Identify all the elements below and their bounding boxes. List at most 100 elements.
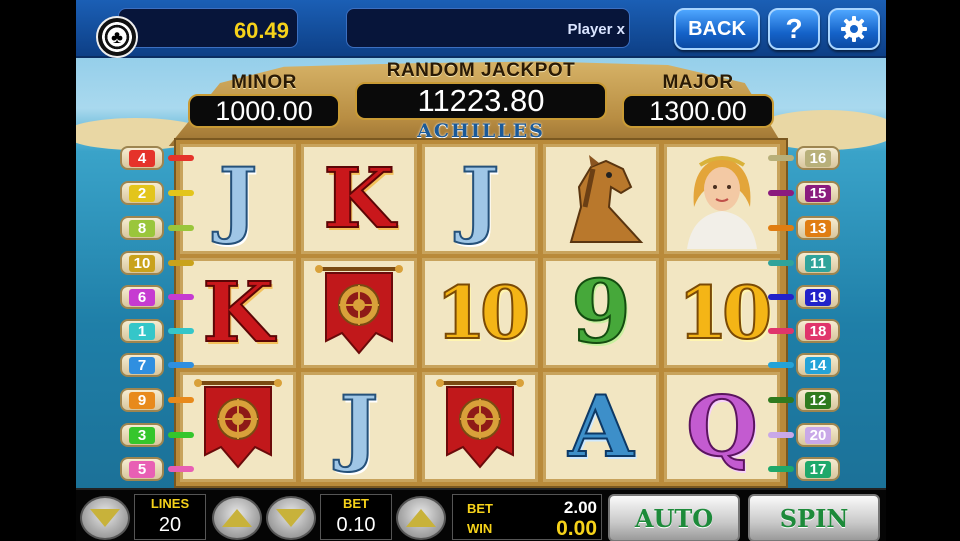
lines-increase-button[interactable] bbox=[212, 496, 262, 540]
payline-marker bbox=[168, 362, 194, 368]
minor-jackpot-label: MINOR bbox=[231, 72, 297, 93]
payline-tab-11[interactable]: 11 bbox=[796, 251, 840, 275]
payline-tab-1[interactable]: 1 bbox=[120, 319, 164, 343]
back-button[interactable]: BACK bbox=[674, 8, 760, 50]
reel-cell bbox=[664, 144, 780, 254]
bet-value: 0.10 bbox=[336, 514, 376, 536]
payline-tab-4[interactable]: 4 bbox=[120, 146, 164, 170]
settings-button[interactable] bbox=[828, 8, 880, 50]
reel-cell: K bbox=[301, 144, 417, 254]
reel-cell bbox=[422, 372, 538, 482]
player-display: Player x bbox=[346, 8, 630, 48]
bet-display: BET 0.10 bbox=[320, 494, 392, 540]
payline-marker bbox=[768, 225, 794, 231]
payline-marker bbox=[768, 432, 794, 438]
banner-icon bbox=[314, 261, 404, 365]
win-value: 0.00 bbox=[556, 517, 597, 540]
queen-symbol: Q bbox=[685, 379, 758, 475]
banner-icon bbox=[193, 375, 283, 479]
payline-tab-2[interactable]: 2 bbox=[120, 181, 164, 205]
bottom-bar: LINES 20 BET 0.10 BET 2.00 WIN 0.00 AUTO… bbox=[76, 488, 886, 541]
lines-decrease-button[interactable] bbox=[80, 496, 130, 540]
payline-tab-18[interactable]: 18 bbox=[796, 319, 840, 343]
payline-number: 12 bbox=[805, 391, 831, 409]
payline-marker bbox=[768, 294, 794, 300]
top-bar: 60.49 ♣ Player x BACK ? bbox=[76, 0, 886, 58]
payline-tab-15[interactable]: 15 bbox=[796, 181, 840, 205]
lines-display: LINES 20 bbox=[134, 494, 206, 540]
payline-tab-16[interactable]: 16 bbox=[796, 146, 840, 170]
payline-number: 4 bbox=[129, 149, 155, 167]
bet-win-display: BET 2.00 WIN 0.00 bbox=[452, 494, 602, 540]
auto-button[interactable]: AUTO bbox=[608, 494, 740, 541]
payline-number: 1 bbox=[129, 322, 155, 340]
payline-tab-3[interactable]: 3 bbox=[120, 423, 164, 447]
nine-symbol: 9 bbox=[570, 262, 632, 363]
payline-marker bbox=[768, 260, 794, 266]
goddess-icon bbox=[672, 147, 772, 251]
payline-number: 16 bbox=[805, 149, 831, 167]
payline-tab-7[interactable]: 7 bbox=[120, 353, 164, 377]
payline-tab-13[interactable]: 13 bbox=[796, 216, 840, 240]
reel-cell: 10 bbox=[422, 258, 538, 368]
win-label: WIN bbox=[467, 521, 493, 536]
ten-symbol: 10 bbox=[435, 270, 531, 355]
payline-marker bbox=[168, 397, 194, 403]
banner-icon bbox=[435, 375, 525, 479]
random-jackpot-label: RANDOM JACKPOT bbox=[386, 60, 576, 81]
balance-display: 60.49 bbox=[118, 8, 298, 48]
total-bet-value: 2.00 bbox=[563, 498, 597, 517]
payline-marker bbox=[168, 225, 194, 231]
payline-tab-10[interactable]: 10 bbox=[120, 251, 164, 275]
payline-tab-5[interactable]: 5 bbox=[120, 457, 164, 481]
major-jackpot: MAJOR 1300.00 bbox=[622, 72, 774, 128]
payline-marker bbox=[168, 294, 194, 300]
random-jackpot-value: 11223.80 bbox=[355, 82, 607, 120]
payline-number: 14 bbox=[805, 356, 831, 374]
reel-cell: Q bbox=[664, 372, 780, 482]
payline-number: 15 bbox=[805, 184, 831, 202]
payline-number: 13 bbox=[805, 219, 831, 237]
casino-chip-icon: ♣ bbox=[96, 16, 138, 58]
payline-number: 8 bbox=[129, 219, 155, 237]
payline-marker bbox=[768, 466, 794, 472]
payline-tab-12[interactable]: 12 bbox=[796, 388, 840, 412]
payline-marker bbox=[768, 362, 794, 368]
up-arrow-icon bbox=[406, 509, 436, 527]
payline-tab-20[interactable]: 20 bbox=[796, 423, 840, 447]
payline-number: 9 bbox=[129, 391, 155, 409]
major-jackpot-label: MAJOR bbox=[662, 72, 734, 93]
gear-icon bbox=[841, 16, 867, 42]
payline-number: 10 bbox=[129, 254, 155, 272]
trojan-horse-icon bbox=[551, 147, 651, 251]
payline-marker bbox=[168, 466, 194, 472]
payline-tab-14[interactable]: 14 bbox=[796, 353, 840, 377]
payline-tab-17[interactable]: 17 bbox=[796, 457, 840, 481]
minor-jackpot: MINOR 1000.00 bbox=[188, 72, 340, 128]
payline-marker bbox=[768, 328, 794, 334]
bet-increase-button[interactable] bbox=[396, 496, 446, 540]
reel-grid: J K K J J 10 9 A 10 Q bbox=[174, 138, 788, 488]
game-stage: 60.49 ♣ Player x BACK ? MINOR 1000.00 RA… bbox=[76, 0, 886, 541]
lines-value: 20 bbox=[158, 514, 182, 536]
payline-tab-6[interactable]: 6 bbox=[120, 285, 164, 309]
reel-cell bbox=[180, 372, 296, 482]
payline-tab-19[interactable]: 19 bbox=[796, 285, 840, 309]
payline-marker bbox=[168, 432, 194, 438]
reel-cell: J bbox=[301, 372, 417, 482]
ace-symbol: A bbox=[567, 377, 634, 476]
balance-value: 60.49 bbox=[233, 18, 289, 43]
spin-button[interactable]: SPIN bbox=[748, 494, 880, 541]
total-bet-label: BET bbox=[467, 501, 493, 516]
reel-cell: 9 bbox=[543, 258, 659, 368]
bet-decrease-button[interactable] bbox=[266, 496, 316, 540]
payline-tab-8[interactable]: 8 bbox=[120, 216, 164, 240]
minor-jackpot-value: 1000.00 bbox=[188, 94, 340, 128]
up-arrow-icon bbox=[222, 509, 252, 527]
payline-tab-9[interactable]: 9 bbox=[120, 388, 164, 412]
help-button[interactable]: ? bbox=[768, 8, 820, 50]
reel-cell: 10 bbox=[664, 258, 780, 368]
payline-number: 19 bbox=[805, 288, 831, 306]
payline-marker bbox=[168, 260, 194, 266]
payline-number: 5 bbox=[129, 460, 155, 478]
